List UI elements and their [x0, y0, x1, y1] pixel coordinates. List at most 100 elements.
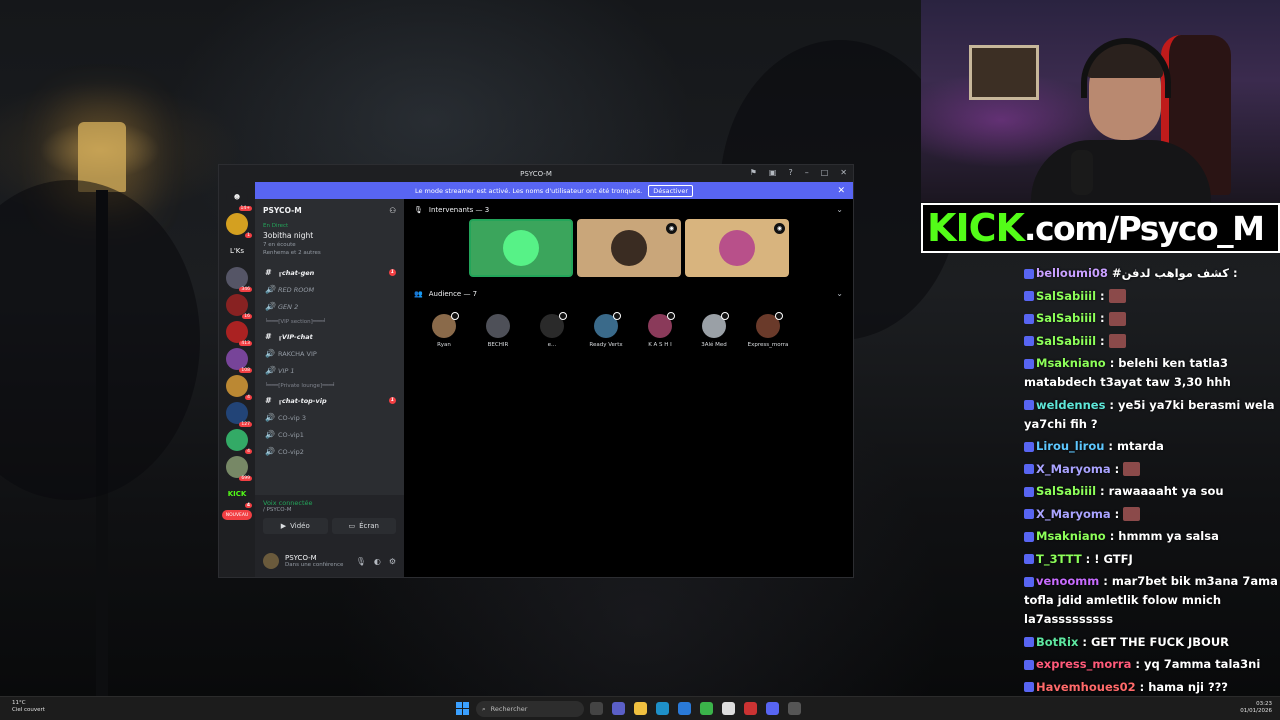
chat-username[interactable]: SalSabiiil — [1036, 334, 1096, 348]
audience-member[interactable]: BECHIR — [468, 314, 528, 348]
app-icon[interactable] — [612, 702, 625, 715]
mic-icon[interactable]: 🎙 — [356, 557, 366, 566]
server-icon[interactable]: L'Ks — [226, 240, 248, 262]
windows-start-icon[interactable] — [456, 702, 469, 715]
weather-widget[interactable]: 11°C Ciel couvert — [12, 700, 45, 714]
hash-icon: # — [265, 268, 271, 277]
app-icon[interactable] — [722, 702, 735, 715]
speakers-header[interactable]: 🎙 Intervenants — 3 ⌄ — [414, 205, 843, 214]
audience-member[interactable]: Express_morra — [738, 312, 798, 348]
avatar[interactable] — [263, 553, 279, 569]
voice-channel[interactable]: 🔊 CO-vip 3 — [255, 409, 404, 426]
chat-username[interactable]: X_Maryoma — [1036, 507, 1111, 521]
kick-server-icon[interactable]: KICK 4 — [226, 483, 252, 508]
chat-text: : yq 7amma tala3ni — [1135, 657, 1261, 671]
server-icon[interactable]: 346 — [226, 267, 252, 292]
chrome-icon[interactable] — [700, 702, 713, 715]
chevron-down-icon[interactable]: ⌄ — [836, 205, 843, 214]
chat-username[interactable]: belloumi08 — [1036, 266, 1108, 280]
text-channel[interactable]: # ╓chat-gen 1 — [255, 264, 404, 281]
chat-username[interactable]: SalSabiiil — [1036, 484, 1096, 498]
server-icon[interactable]: 1 — [226, 213, 252, 238]
pin-icon[interactable]: ◉ — [666, 223, 677, 234]
system-clock[interactable]: 03:23 01/01/2026 — [1240, 701, 1272, 715]
video-button[interactable]: ▶ Vidéo — [263, 518, 328, 534]
audience-member[interactable]: e... — [522, 312, 582, 348]
minimize-button[interactable]: – — [805, 168, 809, 177]
server-icon[interactable]: 16 — [226, 294, 252, 319]
server-icon[interactable]: 699 — [226, 456, 252, 481]
channel-name: RED ROOM — [278, 285, 315, 294]
voice-channel[interactable]: 🔊 GEN 2 — [255, 298, 404, 315]
chat-username[interactable]: Havemhoues02 — [1036, 680, 1136, 694]
audience-member[interactable]: 3Alé Med — [684, 312, 744, 348]
close-banner-icon[interactable]: ✕ — [837, 186, 845, 196]
chat-username[interactable]: Msakniano — [1036, 356, 1106, 370]
audience-member[interactable]: K A S H I — [630, 312, 690, 348]
voice-channel[interactable]: 🔊 RAKCHA VIP — [255, 345, 404, 362]
chat-username[interactable]: Lirou_lirou — [1036, 439, 1104, 453]
folder-icon[interactable] — [634, 702, 647, 715]
chat-username[interactable]: SalSabiiil — [1036, 289, 1096, 303]
text-channel[interactable]: # ╓VIP-chat — [255, 328, 404, 345]
maximize-button[interactable]: □ — [821, 168, 829, 177]
new-badge[interactable]: NOUVEAU — [222, 510, 252, 520]
voice-channel[interactable]: 🔊 VIP 1 — [255, 362, 404, 379]
close-button[interactable]: ✕ — [840, 168, 847, 177]
channel-category[interactable]: ╘═══[VIP section]═══╛ — [255, 315, 404, 328]
chat-username[interactable]: BotRix — [1036, 635, 1078, 649]
event-title: 3obitha night — [263, 231, 314, 240]
speaker-icon: 🔊 — [265, 447, 275, 456]
server-header[interactable]: PSYCO-M ⚇ — [255, 199, 404, 221]
server-icon[interactable]: 108 — [226, 348, 252, 373]
app-icon[interactable] — [744, 702, 757, 715]
chat-username[interactable]: T_3TTT — [1036, 552, 1082, 566]
speaker-tile[interactable]: ◉ — [577, 219, 681, 277]
headphones-icon[interactable]: ◐ — [374, 557, 381, 566]
chat-username[interactable]: SalSabiiil — [1036, 311, 1096, 325]
speaker-tile[interactable] — [469, 219, 573, 277]
add-user-icon[interactable]: ⚇ — [389, 206, 396, 215]
server-icon[interactable]: 4 — [226, 429, 252, 454]
edge-icon[interactable] — [656, 702, 669, 715]
settings-gear-icon[interactable]: ⚙ — [389, 557, 396, 566]
text-channel[interactable]: # ╓chat-top-vip 1 — [255, 392, 404, 409]
server-icon[interactable]: 127 — [226, 402, 252, 427]
voice-channel[interactable]: 🔊 CO-vip2 — [255, 443, 404, 460]
avatar — [486, 314, 510, 338]
app-icon[interactable] — [678, 702, 691, 715]
chat-username[interactable]: venoomm — [1036, 574, 1099, 588]
app-icon[interactable] — [590, 702, 603, 715]
voice-channel[interactable]: 🔊 CO-vip1 — [255, 426, 404, 443]
voice-channel[interactable]: 🔊 RED ROOM — [255, 281, 404, 298]
app-icon[interactable] — [766, 702, 779, 715]
chat-username[interactable]: express_morra — [1036, 657, 1131, 671]
audience-member[interactable]: Ryan — [414, 312, 474, 348]
channel-name: CO-vip1 — [278, 430, 304, 439]
badge: 4 — [245, 449, 252, 454]
chat-username[interactable]: Msakniano — [1036, 529, 1106, 543]
event-status: En Direct — [263, 223, 289, 229]
app-icon[interactable] — [788, 702, 801, 715]
server-icon[interactable]: 4 — [226, 375, 252, 400]
channel-category[interactable]: ╘═══[Private lounge]═══╛ — [255, 379, 404, 392]
chevron-down-icon[interactable]: ⌄ — [836, 289, 843, 298]
chat-username[interactable]: weldennes — [1036, 398, 1105, 412]
badge-icon — [1024, 268, 1034, 279]
search-box[interactable]: ⌕ Rechercher — [476, 701, 584, 717]
disable-streamer-button[interactable]: Désactiver — [648, 184, 694, 197]
server-icon[interactable]: 413 — [226, 321, 252, 346]
direct-messages-button[interactable]: ☻ 14+ — [226, 186, 252, 211]
live-event[interactable]: En Direct 3obitha night 7 en écoute Renh… — [255, 221, 404, 258]
screen-share-button[interactable]: ▭ Écran — [331, 518, 396, 534]
pin-icon[interactable]: ◉ — [774, 223, 785, 234]
speaker-tile[interactable]: ◉ — [685, 219, 789, 277]
audience-header[interactable]: 👥 Audience — 7 ⌄ — [414, 289, 843, 298]
chat-username[interactable]: X_Maryoma — [1036, 462, 1111, 476]
chat-text: : — [1100, 333, 1105, 348]
inbox-icon[interactable]: ⚑ — [750, 168, 757, 177]
help-icon[interactable]: ? — [788, 168, 792, 177]
screen-icon[interactable]: ▣ — [769, 168, 777, 177]
chat-message: SalSabiiil: — [1024, 309, 1280, 328]
audience-member[interactable]: Ready Vertx — [576, 312, 636, 348]
